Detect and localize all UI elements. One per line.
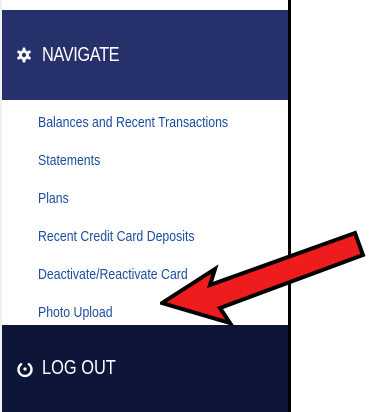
nav-link-balances[interactable]: Balances and Recent Transactions bbox=[38, 113, 228, 151]
nav-link-statements[interactable]: Statements bbox=[38, 151, 228, 189]
logout-label: LOG OUT bbox=[42, 357, 116, 379]
navigation-panel: NAVIGATE Balances and Recent Transaction… bbox=[0, 0, 291, 412]
navigate-header: NAVIGATE bbox=[2, 10, 288, 100]
gear-icon bbox=[16, 47, 32, 63]
navigate-title: NAVIGATE bbox=[42, 43, 120, 66]
power-icon bbox=[16, 360, 34, 378]
nav-link-plans[interactable]: Plans bbox=[38, 189, 228, 227]
red-arrow-annotation bbox=[160, 230, 366, 327]
logout-button[interactable]: LOG OUT bbox=[2, 325, 288, 412]
